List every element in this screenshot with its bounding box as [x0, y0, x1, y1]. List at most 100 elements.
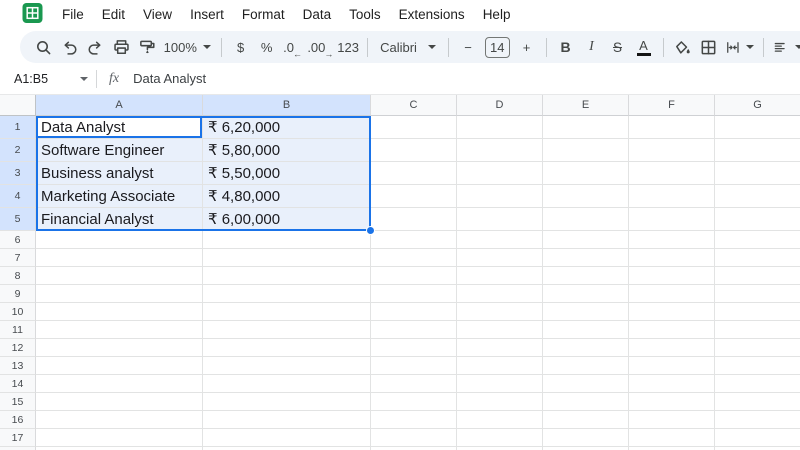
increase-decimal-button[interactable]: .00→ — [306, 34, 336, 60]
cell[interactable] — [371, 185, 457, 208]
column-header-e[interactable]: E — [543, 95, 629, 116]
row-header[interactable]: 11 — [0, 321, 36, 339]
paint-format-button[interactable] — [134, 34, 160, 60]
cell[interactable] — [371, 162, 457, 185]
cell[interactable] — [715, 411, 800, 429]
cell[interactable] — [457, 185, 543, 208]
cell[interactable] — [543, 303, 629, 321]
column-header-f[interactable]: F — [629, 95, 715, 116]
print-button[interactable] — [108, 34, 134, 60]
menu-item-insert[interactable]: Insert — [181, 2, 233, 28]
row-header[interactable]: 16 — [0, 411, 36, 429]
menu-item-help[interactable]: Help — [474, 2, 520, 28]
cell-a3[interactable]: Business analyst — [36, 162, 203, 185]
cell-a1[interactable]: Data Analyst — [36, 116, 203, 139]
row-header[interactable]: 13 — [0, 357, 36, 375]
cell-b5[interactable]: ₹ 6,00,000 — [203, 208, 371, 231]
fill-handle[interactable] — [366, 226, 375, 235]
zoom-select[interactable]: 100% — [160, 34, 215, 60]
cell[interactable] — [457, 285, 543, 303]
redo-button[interactable] — [82, 34, 108, 60]
cell[interactable] — [203, 249, 371, 267]
cell[interactable] — [36, 393, 203, 411]
row-header[interactable]: 6 — [0, 231, 36, 249]
cell[interactable] — [457, 429, 543, 447]
cell[interactable] — [629, 139, 715, 162]
cell[interactable] — [629, 208, 715, 231]
cell-a4[interactable]: Marketing Associate — [36, 185, 203, 208]
column-header-d[interactable]: D — [457, 95, 543, 116]
cell[interactable] — [543, 139, 629, 162]
cell[interactable] — [36, 267, 203, 285]
column-header-b[interactable]: B — [203, 95, 371, 116]
decrease-font-size-button[interactable]: − — [455, 34, 481, 60]
cell[interactable] — [629, 429, 715, 447]
cell[interactable] — [457, 357, 543, 375]
cell[interactable] — [457, 162, 543, 185]
cell[interactable] — [457, 321, 543, 339]
row-header[interactable]: 12 — [0, 339, 36, 357]
cell[interactable] — [203, 393, 371, 411]
cell[interactable] — [629, 339, 715, 357]
row-header[interactable]: 3 — [0, 162, 36, 185]
cell[interactable] — [457, 375, 543, 393]
increase-font-size-button[interactable]: + — [514, 34, 540, 60]
cell[interactable] — [36, 339, 203, 357]
menu-item-format[interactable]: Format — [233, 2, 294, 28]
cell[interactable] — [715, 321, 800, 339]
cell-b2[interactable]: ₹ 5,80,000 — [203, 139, 371, 162]
cell[interactable] — [543, 393, 629, 411]
cell[interactable] — [371, 339, 457, 357]
cell[interactable] — [629, 357, 715, 375]
cell[interactable] — [371, 357, 457, 375]
menu-item-edit[interactable]: Edit — [93, 2, 134, 28]
cell[interactable] — [715, 357, 800, 375]
row-header[interactable]: 17 — [0, 429, 36, 447]
cell[interactable] — [715, 139, 800, 162]
cell[interactable] — [543, 231, 629, 249]
cell[interactable] — [457, 411, 543, 429]
undo-button[interactable] — [56, 34, 82, 60]
cell[interactable] — [371, 285, 457, 303]
formula-input[interactable]: Data Analyst — [133, 71, 206, 86]
cell[interactable] — [203, 375, 371, 393]
cell[interactable] — [543, 267, 629, 285]
cell[interactable] — [543, 116, 629, 139]
cell[interactable] — [543, 208, 629, 231]
cell[interactable] — [371, 321, 457, 339]
cell-b1[interactable]: ₹ 6,20,000 — [203, 116, 371, 139]
cell-b3[interactable]: ₹ 5,50,000 — [203, 162, 371, 185]
cell[interactable] — [543, 429, 629, 447]
sheets-logo-icon[interactable] — [22, 2, 43, 23]
cell[interactable] — [203, 429, 371, 447]
cell[interactable] — [629, 231, 715, 249]
menu-item-data[interactable]: Data — [294, 2, 341, 28]
cell[interactable] — [203, 285, 371, 303]
cell[interactable] — [629, 116, 715, 139]
text-color-button[interactable]: A — [631, 34, 657, 60]
borders-button[interactable] — [696, 34, 722, 60]
cell[interactable] — [371, 429, 457, 447]
cell[interactable] — [36, 357, 203, 375]
cell[interactable] — [457, 208, 543, 231]
cell[interactable] — [203, 303, 371, 321]
percent-format-button[interactable]: % — [254, 34, 280, 60]
cell[interactable] — [457, 231, 543, 249]
cell[interactable] — [36, 249, 203, 267]
cell[interactable] — [629, 162, 715, 185]
cell[interactable] — [36, 231, 203, 249]
cell[interactable] — [715, 162, 800, 185]
cell[interactable] — [543, 249, 629, 267]
cell[interactable] — [36, 303, 203, 321]
fill-color-button[interactable] — [670, 34, 696, 60]
cell[interactable] — [371, 231, 457, 249]
row-header[interactable]: 8 — [0, 267, 36, 285]
cell[interactable] — [457, 249, 543, 267]
cell[interactable] — [543, 185, 629, 208]
cell[interactable] — [457, 393, 543, 411]
cell[interactable] — [457, 267, 543, 285]
cell[interactable] — [715, 267, 800, 285]
cell[interactable] — [629, 411, 715, 429]
cell[interactable] — [371, 411, 457, 429]
row-header[interactable]: 2 — [0, 139, 36, 162]
